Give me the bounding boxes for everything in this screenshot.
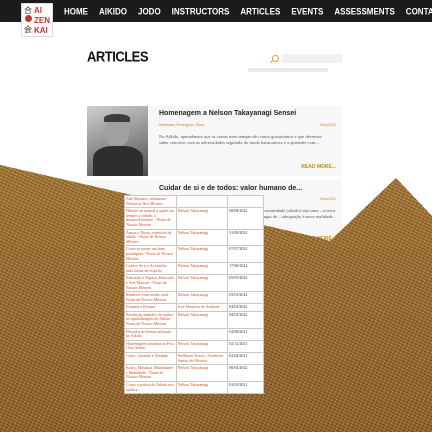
table-row: Etiqueta e Postura José Mauricio de Andra… — [124, 303, 264, 312]
search-icon[interactable] — [272, 55, 279, 62]
article-title[interactable]: Cuidar de si e de todos: valor humano de… — [159, 185, 302, 192]
nav-item-jodo[interactable]: JODO — [138, 6, 161, 16]
table-cell-title[interactable]: Hábitos ao natural a saúde em tempos a c… — [124, 207, 177, 230]
table-cell-author[interactable]: Nelson Takayanagi — [175, 228, 229, 247]
table-row: Filosofia de beleza utilizada no Aikido 0… — [124, 327, 264, 341]
table-row: Educação e Espaço, Educação e Arte Marci… — [124, 274, 264, 293]
table-row: Hábitos ao natural a saúde em tempos a c… — [124, 207, 264, 230]
nav-item-contact[interactable]: CONTACT — [406, 6, 432, 16]
table-row: Como a prática do Aikido nos ajuda a... N… — [124, 380, 264, 395]
table-cell-author[interactable]: Nelson Takayanagi — [175, 262, 229, 276]
table-cell-date: 04/02/2022 — [227, 310, 264, 329]
table-cell-title[interactable]: Filosofia de beleza utilizada no Aikido — [124, 327, 177, 341]
table-cell-title[interactable]: Renascer a um modo total - Notas de Noss… — [124, 291, 177, 305]
table-cell-author[interactable]: Nelson Takayanagi — [175, 274, 229, 293]
table-row: Homenagem póstuma ao Prof. Osso Sensei Ne… — [124, 339, 264, 354]
nav-item-events[interactable]: EVENTS — [291, 6, 323, 16]
table-cell-author[interactable]: Nelson Takayanagi — [175, 245, 229, 264]
table-cell-author[interactable] — [175, 327, 229, 341]
read-more-link[interactable]: READ MORE... — [301, 164, 336, 170]
logo-kanji-bottom: 会 — [24, 25, 32, 34]
table-row: Keiyo, Mitsukai, Mudalidade e Identidade… — [124, 364, 264, 382]
nav-item-assessments[interactable]: ASSESSMENTS — [334, 6, 394, 16]
table-cell-title[interactable]: Etiqueta e Postura — [124, 303, 177, 312]
table-cell-author[interactable] — [175, 194, 229, 209]
logo-text-ai: AI — [34, 6, 42, 15]
top-nav-bar: HOME AIKIDO JODO INSTRUCTORS ARTICLES EV… — [0, 0, 432, 22]
table-row: Aiki Shintaro, adoharma - Nelson in Nos … — [124, 194, 264, 209]
article-date: Sep2021 — [319, 122, 336, 127]
table-cell-date: 02/04/2021 — [227, 352, 264, 366]
table-cell-date: 02/12/2021 — [227, 339, 264, 354]
table-cell-author[interactable]: Nelson Takayanagi — [175, 339, 229, 354]
article-title[interactable]: Homenagem a Nelson Takayanagi Sensei — [159, 110, 296, 117]
search-input[interactable] — [282, 54, 342, 63]
table-cell-title[interactable]: Como a prática do Aikido nos ajuda a... — [124, 380, 177, 395]
table-cell-title[interactable]: Homenagem póstuma ao Prof. Osso Sensei — [124, 339, 177, 354]
table-cell-date — [227, 194, 264, 209]
logo-kanji-top: 合 — [24, 6, 32, 15]
table-cell-date: 08/08/2022 — [227, 207, 264, 230]
table-cell-author[interactable]: Nelson Takayanagi — [175, 310, 229, 329]
table-cell-date: 31/09/2022 — [227, 228, 264, 247]
logo-text-kai: KAI — [34, 26, 48, 35]
table-cell-date: 04/02/2022 — [227, 303, 264, 312]
table-cell-author[interactable]: Nelson Takayanagi — [175, 364, 229, 382]
table-cell-author[interactable]: José Mauricio de Andrade — [175, 303, 229, 312]
table-cell-author[interactable]: Nelson Takayanagi — [175, 207, 229, 230]
table-cell-author[interactable]: Nelson Takayanagi — [175, 380, 229, 395]
page-title: ARTICLES — [87, 48, 149, 65]
table-cell-date: 17/06/2022 — [227, 262, 264, 276]
table-cell-title[interactable]: Cultivo de si e da família - uma forma d… — [124, 262, 177, 276]
faint-divider — [248, 68, 328, 72]
article-author[interactable]: Ildefonso Rodrigues Silva — [159, 122, 204, 127]
table-row: Armas e Nosso vivências de aikido - Nota… — [124, 228, 264, 247]
nav-item-articles[interactable]: ARTICLES — [240, 6, 280, 16]
table-cell-title[interactable]: Prevenção mental e de ombro no aprendiza… — [124, 310, 177, 329]
table-cell-date: 07/07/2022 — [227, 245, 264, 264]
table-cell-date: 05/05/2022 — [227, 274, 264, 293]
table-cell-title[interactable]: Como se tornar um bom paradigma - Notas … — [124, 245, 177, 264]
table-row: Gesto, Unidade e Unidade Wellinton Teotas… — [124, 352, 264, 366]
table-cell-date: 03/03/2022 — [227, 291, 264, 305]
table-cell-title[interactable]: Keiyo, Mitsukai, Mudalidade e Identidade… — [124, 364, 177, 382]
logo-red-circle — [25, 15, 32, 22]
photo-shape-body — [93, 146, 143, 176]
table-cell-date: 02/03/2021 — [227, 380, 264, 395]
table-row: Como se tornar um bom paradigma - Notas … — [124, 245, 264, 264]
nav-item-aikido[interactable]: AIKIDO — [99, 6, 127, 16]
table-cell-title[interactable]: Armas e Nosso vivências de aikido - Nota… — [124, 228, 177, 247]
table-cell-title[interactable]: Gesto, Unidade e Unidade — [124, 352, 177, 366]
table-cell-title[interactable]: Aiki Shintaro, adoharma - Nelson in Nos … — [124, 194, 177, 209]
article-date: Sep2021 — [319, 196, 336, 201]
table-cell-author[interactable]: Nelson Takayanagi — [175, 291, 229, 305]
main-nav: HOME AIKIDO JODO INSTRUCTORS ARTICLES EV… — [64, 0, 432, 22]
table-cell-date: 04/08/2021 — [227, 327, 264, 341]
table-row: Renascer a um modo total - Notas de Noss… — [124, 291, 264, 305]
nav-item-home[interactable]: HOME — [64, 6, 88, 16]
articles-table: Aiki Shintaro, adoharma - Nelson in Nos … — [124, 194, 264, 395]
table-row: Prevenção mental e de ombro no aprendiza… — [124, 310, 264, 329]
article-card: Homenagem a Nelson Takayanagi Sensei Ild… — [87, 106, 342, 176]
table-cell-author[interactable]: Wellinton Teotas / Anderson Santos de Ol… — [175, 352, 229, 366]
table-cell-title[interactable]: Educação e Espaço, Educação e Arte Marci… — [124, 274, 177, 293]
site-logo[interactable]: 合 会 AI ZEN KAI — [21, 3, 53, 37]
table-row: Cultivo de si e da família - uma forma d… — [124, 262, 264, 276]
photo-shape-hair — [104, 114, 130, 122]
logo-text-zen: ZEN — [34, 16, 50, 25]
article-photo[interactable] — [87, 106, 148, 176]
table-cell-date: 06/04/2022 — [227, 364, 264, 382]
article-excerpt: No Aikido, aprendemos que as coisas nem … — [159, 134, 322, 145]
nav-item-instructors[interactable]: INSTRUCTORS — [172, 6, 230, 16]
